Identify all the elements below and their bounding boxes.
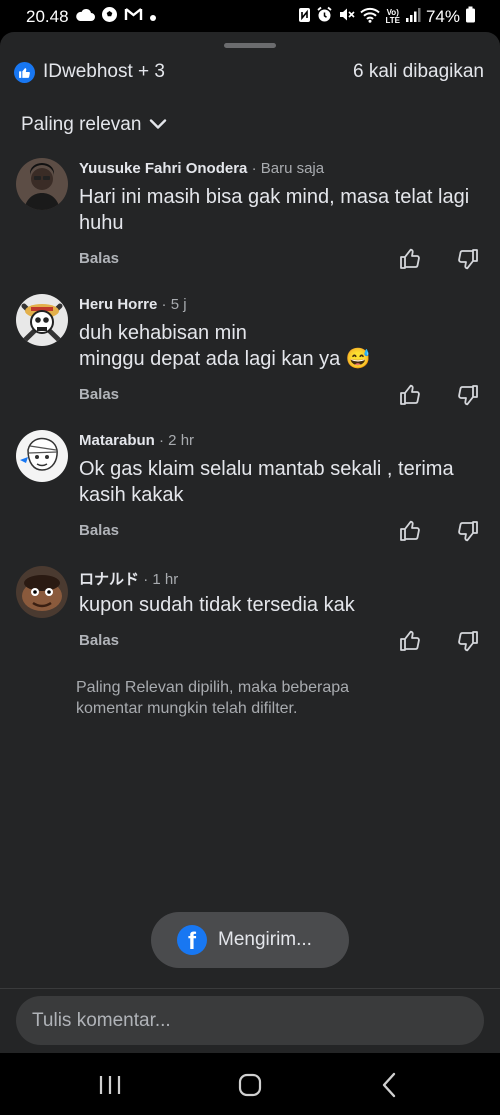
status-time: 20.48 <box>26 6 69 26</box>
comment-time: · 2 hr <box>159 432 195 449</box>
comment-text: duh kehabisan min minggu depat ada lagi … <box>79 322 371 370</box>
facebook-logo-icon: f <box>177 925 207 955</box>
thumbs-down-icon[interactable] <box>456 247 480 271</box>
comment-text: Hari ini masih bisa gak mind, masa telat… <box>79 186 470 234</box>
thumbs-up-icon[interactable] <box>398 519 422 543</box>
thumbs-up-icon[interactable] <box>398 383 422 407</box>
avatar[interactable] <box>16 158 68 210</box>
dot-icon <box>149 8 157 26</box>
alarm-icon <box>316 6 333 27</box>
comments-sheet: IDwebhost + 3 6 kali dibagikan Paling re… <box>0 32 500 1053</box>
sheet-drag-handle[interactable] <box>224 43 276 48</box>
cloud-icon <box>75 8 95 26</box>
comment-time: · Baru saja <box>251 160 325 177</box>
thumbs-down-icon[interactable] <box>456 629 480 653</box>
system-nav-bar <box>0 1053 500 1115</box>
comment-time: · 1 hr <box>143 571 179 588</box>
comment-author[interactable]: Yuusuke Fahri Onodera <box>79 160 247 177</box>
thumbs-down-icon[interactable] <box>456 519 480 543</box>
reply-button[interactable]: Balas <box>79 522 119 539</box>
battery-icon <box>465 6 476 27</box>
like-reaction-icon <box>14 61 35 83</box>
avatar[interactable] <box>16 430 68 482</box>
sort-label: Paling relevan <box>21 114 142 135</box>
comment-text: Ok gas klaim selalu mantab sekali , teri… <box>79 458 454 506</box>
composer-divider <box>0 988 500 989</box>
wifi-icon <box>360 7 381 27</box>
comment-time: · 5 j <box>161 296 187 313</box>
toast-label: Mengirim... <box>218 929 312 950</box>
signal-icon <box>405 7 421 27</box>
gmail-icon <box>124 7 143 26</box>
comment-input[interactable]: Tulis komentar... <box>16 996 484 1045</box>
soccer-ball-icon <box>101 6 118 27</box>
recent-apps-icon[interactable] <box>95 1071 125 1099</box>
avatar[interactable] <box>16 294 68 346</box>
status-bar: 20.48 Vo) LTE 74% <box>0 0 500 32</box>
reply-button[interactable]: Balas <box>79 386 119 403</box>
battery-percent: 74% <box>425 6 460 26</box>
comment-text: kupon sudah tidak tersedia kak <box>79 594 355 616</box>
shares-count[interactable]: 6 kali dibagikan <box>353 61 484 83</box>
mute-icon <box>338 6 356 27</box>
thumbs-up-icon[interactable] <box>398 629 422 653</box>
back-icon[interactable] <box>375 1071 405 1099</box>
sort-dropdown[interactable]: Paling relevan <box>21 114 167 136</box>
reply-button[interactable]: Balas <box>79 250 119 267</box>
nfc-icon <box>298 7 311 27</box>
volte-icon: Vo) LTE <box>385 7 400 25</box>
home-icon[interactable] <box>235 1071 265 1099</box>
reactors-label: IDwebhost + 3 <box>43 61 165 82</box>
filter-note: Paling Relevan dipilih, maka beberapa ko… <box>76 679 350 717</box>
comment-input-placeholder: Tulis komentar... <box>32 1009 171 1031</box>
comment-author[interactable]: ロナルド <box>79 571 139 588</box>
thumbs-up-icon[interactable] <box>398 247 422 271</box>
reactions-row: IDwebhost + 3 6 kali dibagikan <box>14 60 484 84</box>
reply-button[interactable]: Balas <box>79 632 119 649</box>
chevron-down-icon <box>149 114 167 136</box>
reactions-summary[interactable]: IDwebhost + 3 <box>14 61 165 83</box>
avatar[interactable] <box>16 566 68 618</box>
sending-toast: f Mengirim... <box>151 912 349 968</box>
comment-author[interactable]: Matarabun <box>79 432 155 449</box>
comment-author[interactable]: Heru Horre <box>79 296 157 313</box>
thumbs-down-icon[interactable] <box>456 383 480 407</box>
